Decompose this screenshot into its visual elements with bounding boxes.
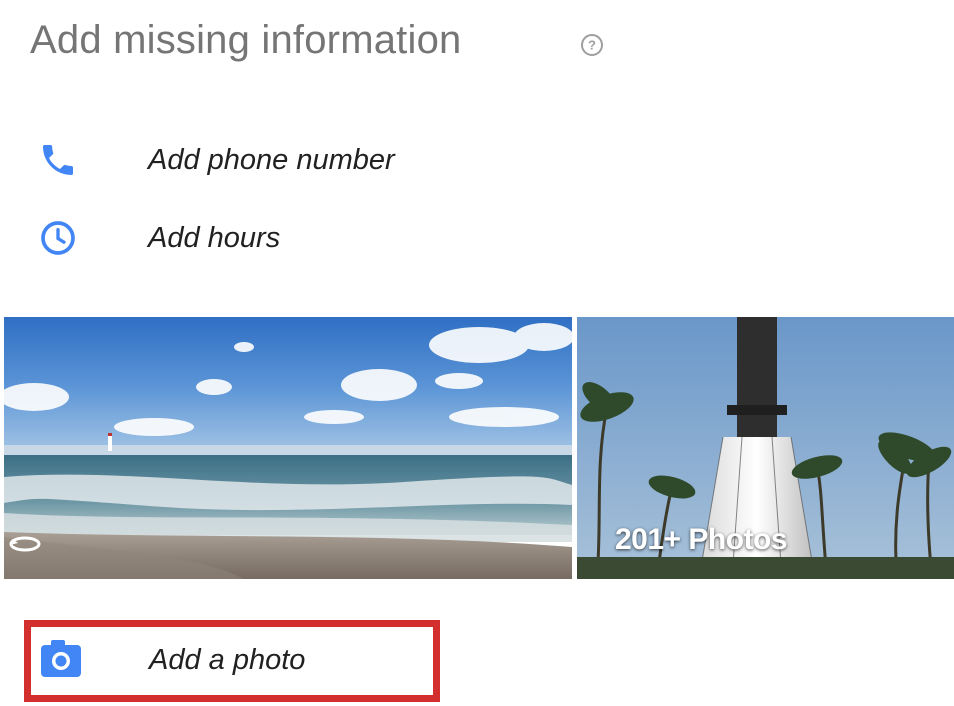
photo-gallery: 201+ Photos (4, 317, 954, 579)
add-hours-row[interactable]: Add hours (36, 216, 280, 260)
beach-photo[interactable] (4, 317, 572, 579)
add-phone-number-row[interactable]: Add phone number (36, 138, 395, 182)
photo-count-label[interactable]: 201+ Photos (615, 523, 788, 557)
add-hours-link[interactable]: Add hours (148, 222, 280, 255)
lighthouse-photo[interactable]: 201+ Photos (577, 317, 954, 579)
add-photo-label: Add a photo (149, 644, 306, 676)
svg-text:?: ? (588, 38, 596, 53)
help-icon[interactable]: ? (580, 33, 604, 57)
phone-icon (36, 138, 80, 182)
clock-icon (36, 216, 80, 260)
add-phone-number-link[interactable]: Add phone number (148, 144, 395, 177)
panorama-icon (8, 533, 42, 555)
add-photo-button[interactable]: Add a photo (24, 620, 440, 702)
camera-icon (39, 639, 83, 684)
page-title: Add missing information (30, 18, 462, 62)
section-header: Add missing information (30, 18, 461, 63)
